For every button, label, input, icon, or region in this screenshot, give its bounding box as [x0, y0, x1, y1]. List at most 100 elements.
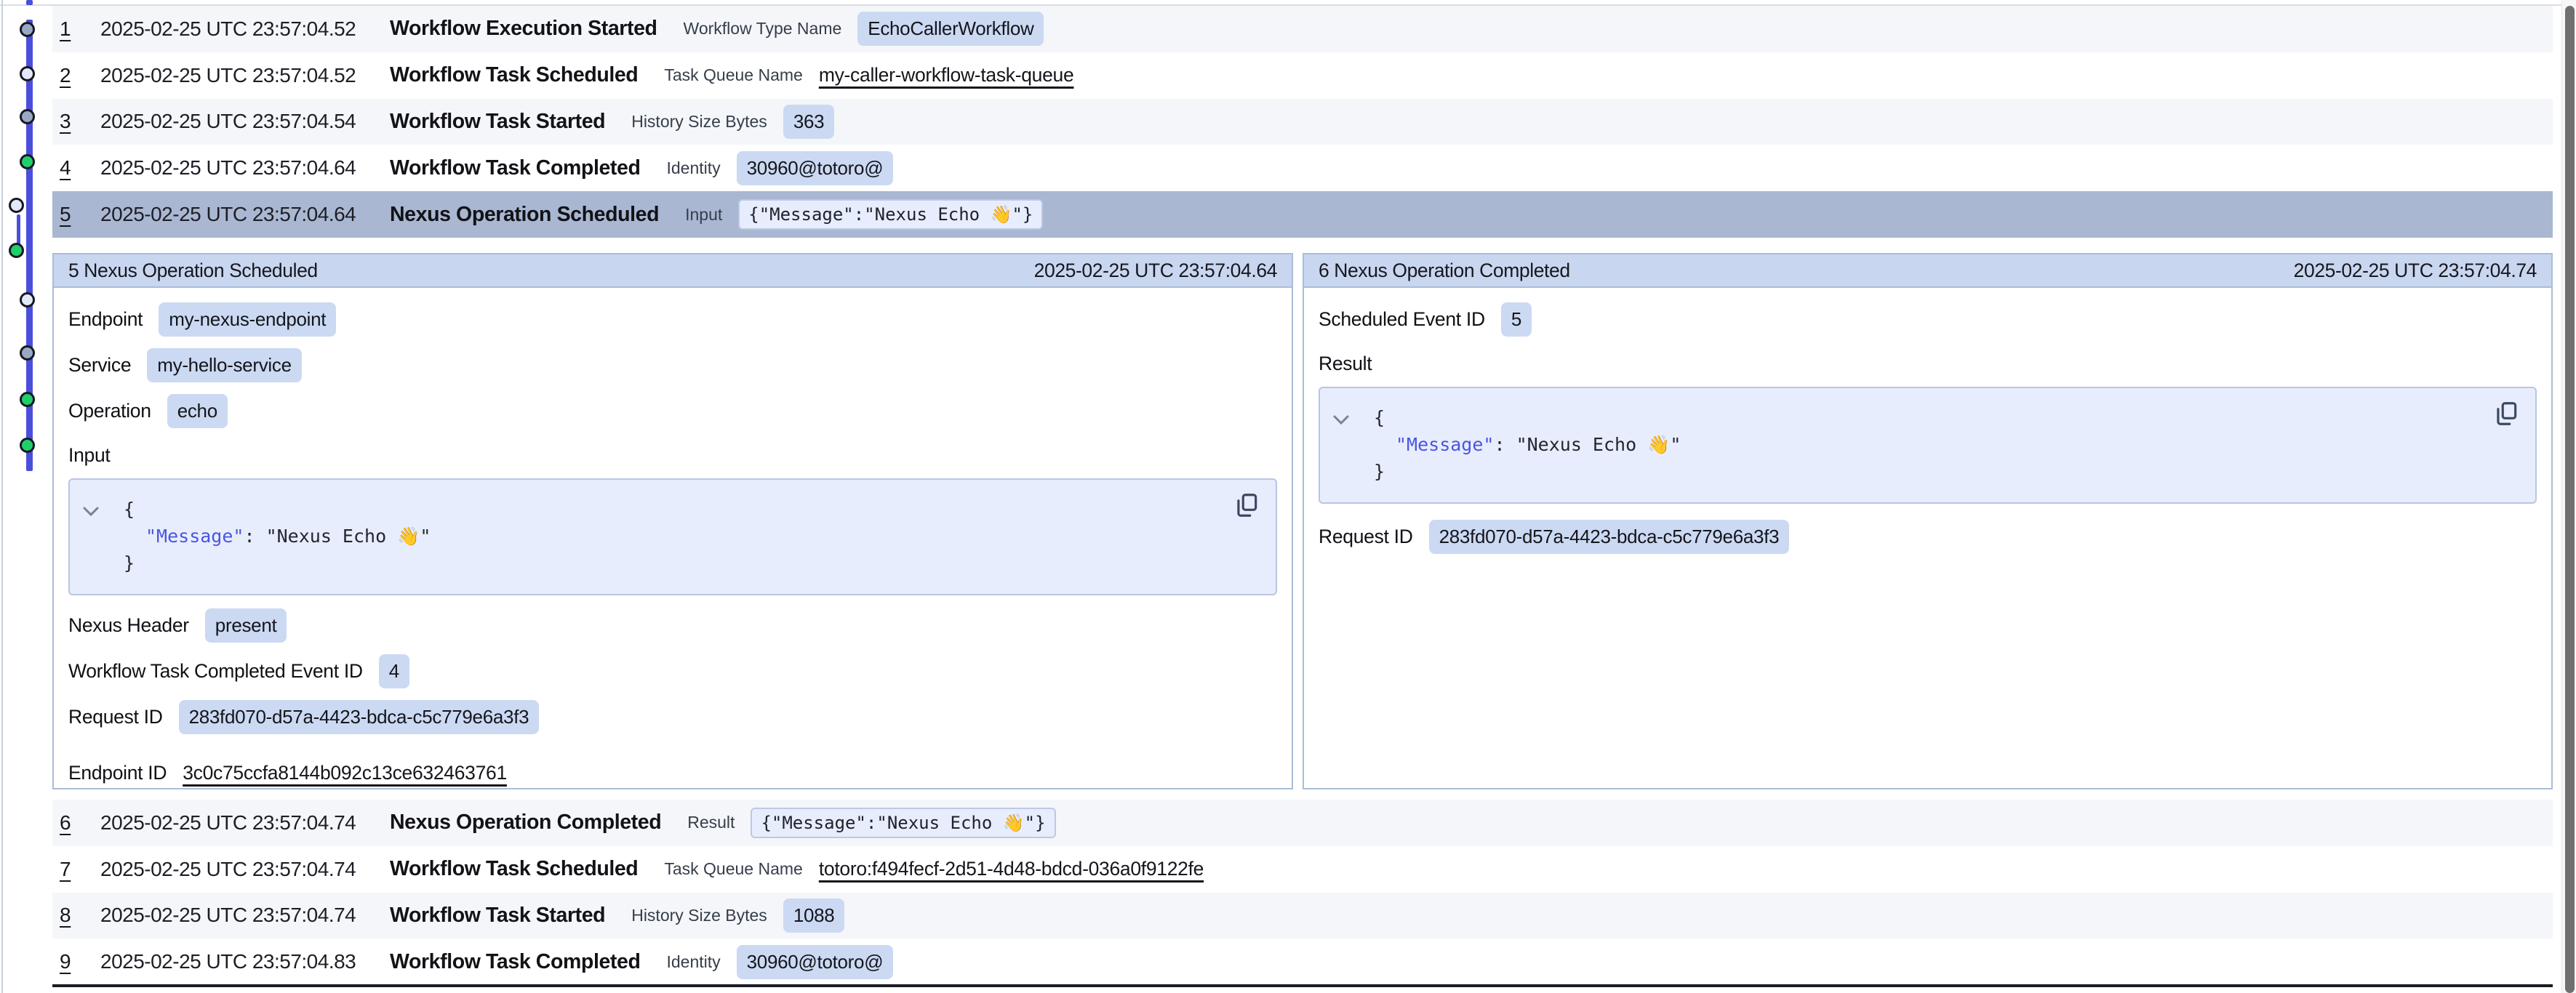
event-timestamp: 2025-02-25 UTC 23:57:04.52	[100, 64, 390, 87]
event-row[interactable]: 5 2025-02-25 UTC 23:57:04.64 Nexus Opera…	[52, 191, 2553, 238]
event-attr-value-badge: 30960@totoro@	[737, 151, 894, 185]
event-row[interactable]: 2 2025-02-25 UTC 23:57:04.52 Workflow Ta…	[52, 52, 2553, 99]
event-name: Nexus Operation Completed	[390, 811, 661, 835]
detail-field-endpoint-id: Endpoint ID3c0c75ccfa8144b092c13ce632463…	[68, 750, 1277, 796]
json-key-value-line: "Message": "Nexus Echo 👋"	[84, 523, 1261, 550]
copy-icon	[2492, 400, 2520, 427]
panel-header: 5 Nexus Operation Scheduled 2025-02-25 U…	[54, 254, 1292, 288]
event-id-link[interactable]: 2	[60, 64, 81, 87]
event-attr-label: Task Queue Name	[664, 859, 802, 879]
event-id-link[interactable]: 1	[60, 17, 81, 41]
timeline-event-dot-8[interactable]	[20, 345, 35, 361]
json-key: "Message"	[1396, 434, 1494, 455]
timeline-event-dot-2[interactable]	[20, 66, 35, 81]
json-key-value-line: "Message": "Nexus Echo 👋"	[1335, 431, 2521, 458]
field-value-badge: echo	[167, 394, 228, 428]
event-row[interactable]: 3 2025-02-25 UTC 23:57:04.54 Workflow Ta…	[52, 99, 2553, 145]
event-row[interactable]: 1 2025-02-25 UTC 23:57:04.52 Workflow Ex…	[52, 6, 2553, 52]
json-open-brace: {	[84, 496, 1261, 523]
detail-field-result: Result{"Message": "Nexus Echo 👋"}	[1319, 353, 2537, 504]
detail-field-operation: Operationecho	[68, 388, 1277, 434]
json-open-brace: {	[1335, 404, 2521, 431]
event-detail-panel-nexus-scheduled: 5 Nexus Operation Scheduled 2025-02-25 U…	[52, 253, 1293, 789]
event-attr-label: Identity	[666, 952, 720, 972]
event-name: Workflow Execution Started	[390, 17, 657, 41]
event-detail-panel-nexus-completed: 6 Nexus Operation Completed 2025-02-25 U…	[1303, 253, 2553, 789]
detail-field-request-id: Request ID 283fd070-d57a-4423-bdca-c5c779…	[68, 694, 1277, 740]
field-label: Nexus Header	[68, 614, 189, 637]
event-timestamp: 2025-02-25 UTC 23:57:04.52	[100, 17, 390, 41]
field-label: Service	[68, 354, 131, 377]
event-attr-value-link[interactable]: totoro:f494fecf-2d51-4d48-bdcd-036a0f912…	[819, 858, 1204, 880]
json-close-brace: }	[1335, 458, 2521, 485]
detail-field-service: Servicemy-hello-service	[68, 342, 1277, 388]
event-timestamp: 2025-02-25 UTC 23:57:04.74	[100, 904, 390, 927]
field-label: Workflow Task Completed Event ID	[68, 660, 363, 683]
panel-header: 6 Nexus Operation Completed 2025-02-25 U…	[1304, 254, 2551, 288]
timeline-line	[26, 0, 33, 5]
event-row[interactable]: 4 2025-02-25 UTC 23:57:04.64 Workflow Ta…	[52, 145, 2553, 191]
event-row[interactable]: 7 2025-02-25 UTC 23:57:04.74 Workflow Ta…	[52, 846, 2553, 893]
timeline-event-dot-6[interactable]	[9, 243, 24, 258]
detail-field-scheduled-event-id: Scheduled Event ID5	[1319, 297, 2537, 342]
chevron-down-icon	[82, 506, 100, 517]
panel-body: Endpoint my-nexus-endpoint Servicemy-hello…	[54, 288, 1292, 796]
timeline-event-dot-5[interactable]	[9, 198, 24, 213]
payload-code-block: {"Message": "Nexus Echo 👋"}	[68, 478, 1277, 595]
collapse-payload-button[interactable]	[81, 503, 100, 522]
event-attr-value-badge: EchoCallerWorkflow	[857, 12, 1044, 46]
collapse-payload-button[interactable]	[1332, 411, 1351, 430]
timeline-event-dot-1[interactable]	[20, 22, 35, 37]
detail-field-request-id: Request ID283fd070-d57a-4423-bdca-c5c779…	[1319, 514, 2537, 560]
field-value-badge: 283fd070-d57a-4423-bdca-c5c779e6a3f3	[179, 700, 540, 734]
panel-title: 5 Nexus Operation Scheduled	[68, 260, 318, 282]
event-id-link[interactable]: 3	[60, 110, 81, 133]
event-row[interactable]: 6 2025-02-25 UTC 23:57:04.74 Nexus Opera…	[52, 800, 2553, 846]
timeline-event-dot-4[interactable]	[20, 154, 35, 169]
panel-title: 6 Nexus Operation Completed	[1319, 260, 1570, 282]
copy-payload-button[interactable]	[1232, 491, 1261, 520]
event-attr-value-badge: 30960@totoro@	[737, 945, 894, 979]
event-timestamp: 2025-02-25 UTC 23:57:04.64	[100, 203, 390, 226]
event-timeline-graph	[0, 0, 52, 509]
event-attr-value-payload: {"Message":"Nexus Echo 👋"}	[738, 199, 1043, 230]
field-label: Scheduled Event ID	[1319, 308, 1485, 331]
event-row[interactable]: 9 2025-02-25 UTC 23:57:04.83 Workflow Ta…	[52, 938, 2553, 985]
chevron-down-icon	[1332, 414, 1350, 425]
event-attr-value-badge: 363	[783, 105, 834, 139]
event-attr-value-link[interactable]: my-caller-workflow-task-queue	[819, 64, 1074, 87]
event-id-link[interactable]: 5	[60, 203, 81, 226]
event-attr-label: Result	[687, 813, 735, 832]
event-name: Workflow Task Scheduled	[390, 63, 638, 87]
event-id-link[interactable]: 8	[60, 904, 81, 927]
field-value-badge: 4	[379, 654, 409, 688]
vertical-scrollbar[interactable]	[2561, 0, 2576, 993]
event-attr-label: Identity	[666, 158, 720, 178]
field-label: Request ID	[1319, 526, 1413, 548]
event-id-link[interactable]: 9	[60, 950, 81, 973]
event-id-link[interactable]: 4	[60, 156, 81, 180]
event-timestamp: 2025-02-25 UTC 23:57:04.83	[100, 950, 390, 973]
scrollbar-thumb[interactable]	[2565, 6, 2575, 993]
detail-field-workflow-task-completed-event-id: Workflow Task Completed Event ID 4	[68, 648, 1277, 694]
detail-field-nexus-header: Nexus Headerpresent	[68, 603, 1277, 648]
timeline-event-dot-10[interactable]	[20, 438, 35, 453]
json-key: "Message"	[145, 526, 244, 547]
event-name: Workflow Task Scheduled	[390, 857, 638, 881]
field-value-badge: my-nexus-endpoint	[159, 302, 336, 337]
copy-payload-button[interactable]	[2492, 400, 2521, 429]
field-label: Request ID	[68, 706, 163, 728]
timeline-event-dot-7[interactable]	[20, 292, 35, 307]
payload-code-block: {"Message": "Nexus Echo 👋"}	[1319, 387, 2537, 504]
event-id-link[interactable]: 6	[60, 811, 81, 835]
detail-field-input: Input{"Message": "Nexus Echo 👋"}	[68, 444, 1277, 595]
field-value-link[interactable]: 3c0c75ccfa8144b092c13ce632463761	[183, 762, 507, 784]
timeline-event-dot-9[interactable]	[20, 392, 35, 407]
event-attr-value-badge: 1088	[783, 898, 845, 933]
table-top-border	[0, 0, 2561, 6]
timeline-event-dot-3[interactable]	[20, 109, 35, 124]
field-label: Endpoint	[68, 308, 143, 331]
event-id-link[interactable]: 7	[60, 858, 81, 881]
event-row[interactable]: 8 2025-02-25 UTC 23:57:04.74 Workflow Ta…	[52, 893, 2553, 939]
event-rows-top: 1 2025-02-25 UTC 23:57:04.52 Workflow Ex…	[52, 6, 2553, 238]
